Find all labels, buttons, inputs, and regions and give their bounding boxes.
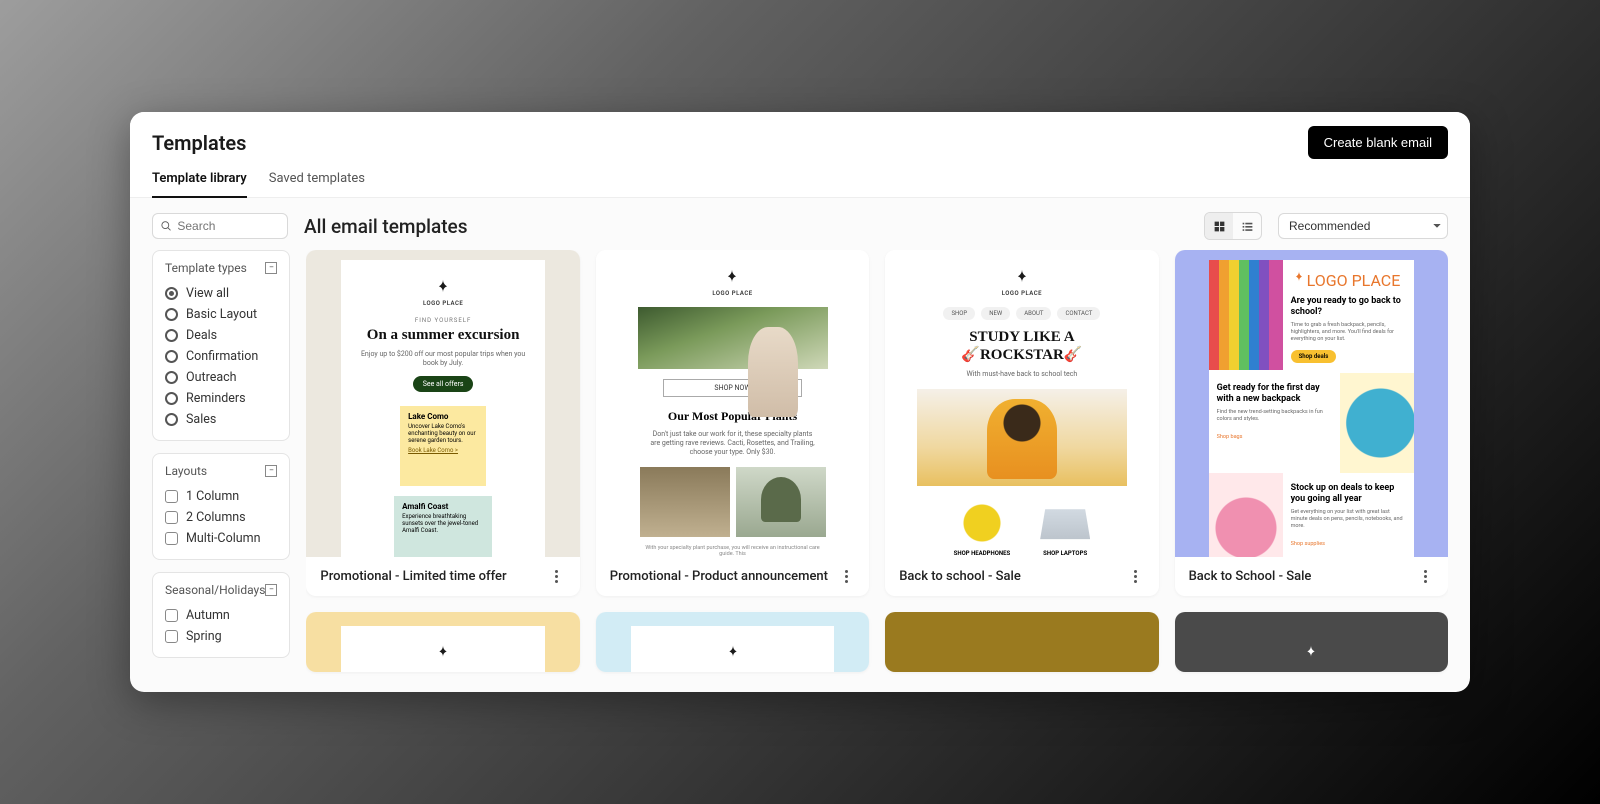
filter-layouts: Layouts − 1 Column 2 Columns Multi-Colum… <box>152 453 290 560</box>
template-card[interactable]: LOGO PLACE Are you ready to go back to s… <box>1175 250 1448 596</box>
template-thumbnail <box>885 612 1158 672</box>
template-title: Back to School - Sale <box>1189 569 1312 584</box>
tab-saved-templates[interactable]: Saved templates <box>269 171 365 197</box>
type-basic-layout[interactable]: Basic Layout <box>165 304 277 325</box>
template-thumbnail: LOGO PLACE FIND YOURSELF On a summer exc… <box>306 250 579 557</box>
template-thumbnail <box>306 612 579 672</box>
search-box[interactable] <box>152 213 288 239</box>
template-card[interactable] <box>306 612 579 672</box>
type-outreach[interactable]: Outreach <box>165 367 277 388</box>
logo-icon: LOGO PLACE <box>1291 270 1406 290</box>
logo-icon <box>724 644 742 666</box>
templates-heading: All email templates <box>304 215 1188 238</box>
template-card[interactable] <box>885 612 1158 672</box>
create-blank-email-button[interactable]: Create blank email <box>1308 126 1448 159</box>
search-input[interactable] <box>177 219 279 233</box>
template-title: Promotional - Limited time offer <box>320 569 506 584</box>
type-deals[interactable]: Deals <box>165 325 277 346</box>
radio-icon <box>165 392 178 405</box>
template-card[interactable] <box>1175 612 1448 672</box>
type-confirmation[interactable]: Confirmation <box>165 346 277 367</box>
templates-grid: LOGO PLACE FIND YOURSELF On a summer exc… <box>306 250 1448 692</box>
card-menu-button[interactable] <box>548 570 566 583</box>
template-thumbnail: LOGO PLACE SHOP NEW ABOUT CONTACT STUDY … <box>885 250 1158 557</box>
template-card[interactable]: LOGO PLACE FIND YOURSELF On a summer exc… <box>306 250 579 596</box>
list-icon <box>1241 220 1254 233</box>
logo-icon: LOGO PLACE <box>712 268 752 297</box>
type-reminders[interactable]: Reminders <box>165 388 277 409</box>
type-sales[interactable]: Sales <box>165 409 277 430</box>
sort-select[interactable]: Recommended <box>1278 213 1448 239</box>
layout-2-columns[interactable]: 2 Columns <box>165 507 277 528</box>
template-card[interactable]: LOGO PLACE SHOP NEW ABOUT CONTACT STUDY … <box>885 250 1158 596</box>
logo-icon: LOGO PLACE <box>1002 268 1042 297</box>
seasonal-autumn[interactable]: Autumn <box>165 605 277 626</box>
collapse-icon[interactable]: − <box>265 262 277 274</box>
grid-view-button[interactable] <box>1205 213 1233 239</box>
radio-icon <box>165 371 178 384</box>
template-title: Promotional - Product announcement <box>610 569 828 584</box>
checkbox-icon <box>165 490 178 503</box>
checkbox-icon <box>165 630 178 643</box>
radio-icon <box>165 329 178 342</box>
radio-icon <box>165 350 178 363</box>
search-icon <box>161 220 171 232</box>
radio-icon <box>165 287 178 300</box>
filter-seasonal: Seasonal/Holidays − Autumn Spring <box>152 572 290 658</box>
filter-template-types: Template types − View all Basic Layout D… <box>152 250 290 441</box>
type-view-all[interactable]: View all <box>165 283 277 304</box>
view-toggle <box>1204 212 1262 240</box>
template-thumbnail: LOGO PLACE SHOP NOW Our Most Popular Pla… <box>596 250 869 557</box>
filter-title-layouts: Layouts <box>165 464 207 478</box>
filter-title-types: Template types <box>165 261 247 275</box>
filters-sidebar: Template types − View all Basic Layout D… <box>152 250 290 692</box>
app-window: Templates Create blank email Template li… <box>130 112 1470 692</box>
grid-icon <box>1213 220 1226 233</box>
page-title: Templates <box>152 131 246 155</box>
layout-1-column[interactable]: 1 Column <box>165 486 277 507</box>
checkbox-icon <box>165 511 178 524</box>
toolbar: All email templates Recommended <box>130 198 1470 250</box>
template-card[interactable] <box>596 612 869 672</box>
main-body: Template types − View all Basic Layout D… <box>130 250 1470 692</box>
logo-icon <box>1302 644 1320 666</box>
collapse-icon[interactable]: − <box>265 584 277 596</box>
template-title: Back to school - Sale <box>899 569 1021 584</box>
template-thumbnail: LOGO PLACE Are you ready to go back to s… <box>1175 250 1448 557</box>
radio-icon <box>165 308 178 321</box>
checkbox-icon <box>165 609 178 622</box>
filter-title-seasonal: Seasonal/Holidays <box>165 583 265 597</box>
template-card[interactable]: LOGO PLACE SHOP NOW Our Most Popular Pla… <box>596 250 869 596</box>
layout-multi-column[interactable]: Multi-Column <box>165 528 277 549</box>
template-thumbnail <box>596 612 869 672</box>
collapse-icon[interactable]: − <box>265 465 277 477</box>
card-menu-button[interactable] <box>837 570 855 583</box>
radio-icon <box>165 413 178 426</box>
header: Templates Create blank email <box>130 112 1470 159</box>
card-menu-button[interactable] <box>1416 570 1434 583</box>
tabs: Template library Saved templates <box>130 159 1470 198</box>
tab-template-library[interactable]: Template library <box>152 171 247 198</box>
checkbox-icon <box>165 532 178 545</box>
template-thumbnail <box>1175 612 1448 672</box>
logo-icon <box>434 644 452 666</box>
seasonal-spring[interactable]: Spring <box>165 626 277 647</box>
card-menu-button[interactable] <box>1127 570 1145 583</box>
list-view-button[interactable] <box>1233 213 1261 239</box>
logo-icon: LOGO PLACE <box>423 278 463 307</box>
